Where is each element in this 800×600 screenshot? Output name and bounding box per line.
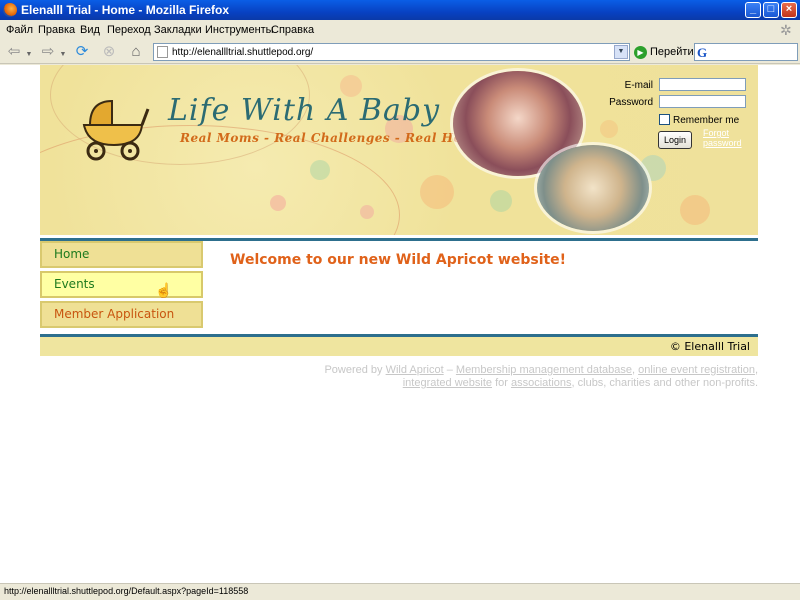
wild-apricot-link[interactable]: Wild Apricot <box>386 364 444 376</box>
home-icon[interactable]: ⌂ <box>126 42 146 62</box>
nav-item-home[interactable]: Home <box>40 241 203 268</box>
menu-view[interactable]: Вид <box>80 24 100 36</box>
site-title: Life With A Baby <box>168 93 441 128</box>
navigation-toolbar: ⇦ ▼ ⇨ ▼ ⟳ ⊗ ⌂ ▼ ▶ Перейти G <box>0 40 800 64</box>
remember-me-checkbox[interactable] <box>659 114 670 125</box>
minimize-button[interactable]: _ <box>745 2 761 18</box>
remember-me-label: Remember me <box>673 115 740 126</box>
sidebar-nav: Home Events Member Application ☝ <box>40 241 203 331</box>
forgot-password-link[interactable]: Forgot password <box>703 128 753 148</box>
password-field[interactable] <box>659 95 746 108</box>
email-field[interactable] <box>659 78 746 91</box>
status-text: http://elenallltrial.shuttlepod.org/Defa… <box>4 586 249 596</box>
url-input[interactable] <box>172 45 602 59</box>
menu-go[interactable]: Переход <box>107 24 151 36</box>
email-label: E-mail <box>624 80 653 91</box>
firefox-icon <box>3 3 17 17</box>
footer-copyright: © Elenalll Trial <box>669 340 750 353</box>
stop-icon[interactable]: ⊗ <box>99 42 119 62</box>
url-bar[interactable]: ▼ <box>153 43 630 61</box>
integrated-website-link[interactable]: integrated website <box>403 377 492 389</box>
login-button[interactable]: Login <box>658 131 692 149</box>
powered-by-text: Powered by Wild Apricot – Membership man… <box>324 364 758 389</box>
menu-tools[interactable]: Инструменты <box>205 24 274 36</box>
nav-item-member-application[interactable]: Member Application <box>40 301 203 328</box>
password-label: Password <box>609 97 653 108</box>
close-button[interactable]: × <box>781 2 797 18</box>
page-icon <box>157 46 168 58</box>
site-tagline: Real Moms - Real Challenges - Real Help <box>180 131 476 145</box>
site-header: Life With A Baby Real Moms - Real Challe… <box>40 65 758 235</box>
maximize-button[interactable]: □ <box>763 2 779 18</box>
back-dropdown-icon[interactable]: ▼ <box>24 42 34 62</box>
nav-item-events[interactable]: Events <box>40 271 203 298</box>
page-viewport: Life With A Baby Real Moms - Real Challe… <box>0 65 800 583</box>
forward-icon[interactable]: ⇨ <box>38 42 58 62</box>
window-titlebar: Elenalll Trial - Home - Mozilla Firefox … <box>0 0 800 20</box>
menu-bar: Файл Правка Вид Переход Закладки Инструм… <box>0 20 800 40</box>
back-icon[interactable]: ⇦ <box>4 42 24 62</box>
hand-cursor-icon: ☝ <box>155 282 173 298</box>
google-search-icon: G <box>697 45 708 60</box>
membership-database-link[interactable]: Membership management database <box>456 364 632 376</box>
window-title: Elenalll Trial - Home - Mozilla Firefox <box>21 3 230 17</box>
go-button[interactable]: Перейти <box>650 46 694 58</box>
throbber-icon: ✲ <box>780 22 792 38</box>
menu-edit[interactable]: Правка <box>38 24 75 36</box>
site-footer: © Elenalll Trial <box>40 337 758 356</box>
menu-bookmarks[interactable]: Закладки <box>154 24 202 36</box>
forward-dropdown-icon[interactable]: ▼ <box>58 42 68 62</box>
menu-help[interactable]: Справка <box>271 24 314 36</box>
search-box[interactable]: G <box>694 43 798 61</box>
url-dropdown-icon[interactable]: ▼ <box>614 45 628 59</box>
go-icon[interactable]: ▶ <box>634 46 647 59</box>
dolls-photo-small <box>537 145 649 231</box>
associations-link[interactable]: associations <box>511 377 572 389</box>
reload-icon[interactable]: ⟳ <box>72 42 92 62</box>
welcome-heading: Welcome to our new Wild Apricot website! <box>230 252 567 268</box>
online-event-registration-link[interactable]: online event registration <box>638 364 755 376</box>
site-container: Life With A Baby Real Moms - Real Challe… <box>40 65 758 389</box>
status-bar: http://elenallltrial.shuttlepod.org/Defa… <box>0 583 800 600</box>
menu-file[interactable]: Файл <box>6 24 33 36</box>
stroller-logo-icon <box>82 99 150 161</box>
